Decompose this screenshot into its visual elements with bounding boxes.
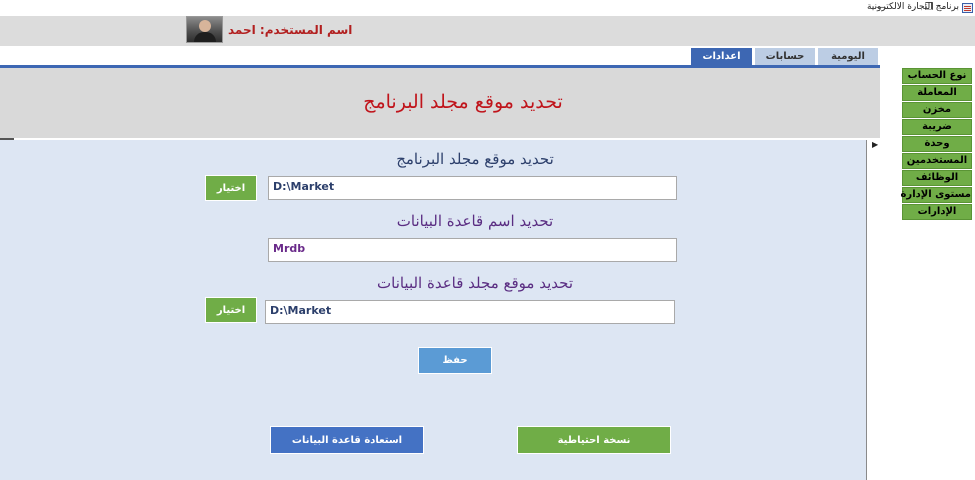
menu-item-management-level[interactable]: مستوى الإدارة [901,187,972,203]
section-marker [0,138,14,140]
backup-button[interactable]: نسخة احتياطية [517,426,671,454]
database-name-field[interactable]: Mrdb [268,238,677,262]
avatar [186,16,223,43]
menu-item-account-type[interactable]: نوع الحساب [902,68,972,84]
restore-icon[interactable]: ❐ [909,0,949,16]
program-folder-title: تحديد موقع مجلد البرنامج [396,150,554,168]
menu-item-warehouse[interactable]: مخزن [902,102,972,118]
database-folder-field[interactable]: D:\Market [265,300,675,324]
program-folder-field[interactable]: D:\Market [268,176,677,200]
app-icon [962,3,973,13]
tab-daily[interactable]: اليومية [818,48,878,65]
scroll-right-icon[interactable]: ▶ [872,140,878,149]
tab-accounts[interactable]: حسابات [755,48,815,65]
minimize-icon[interactable]: — [861,0,901,16]
header-strip [0,16,975,46]
choose-program-folder-button[interactable]: اختيار [205,175,257,201]
menu-item-transaction[interactable]: المعاملة [902,85,972,101]
user-name-label: اسم المستخدم: احمد [228,23,353,37]
menu-item-unit[interactable]: وحدة [902,136,972,152]
menu-item-jobs[interactable]: الوظائف [902,170,972,186]
menu-item-tax[interactable]: ضريبة [902,119,972,135]
save-button[interactable]: حفظ [418,347,492,374]
choose-database-folder-button[interactable]: اختيار [205,297,257,323]
page-title: تحديد موقع مجلد البرنامج [363,91,563,113]
menu-item-users[interactable]: المستخدمين [902,153,972,169]
menu-item-departments[interactable]: الإدارات [902,204,972,220]
restore-database-button[interactable]: استعادة قاعدة البيانات [270,426,424,454]
title-bar [0,0,975,16]
tab-settings[interactable]: اعدادات [691,48,752,65]
database-name-title: تحديد اسم قاعدة البيانات [396,212,554,230]
database-folder-title: تحديد موقع مجلد قاعدة البيانات [377,274,573,292]
